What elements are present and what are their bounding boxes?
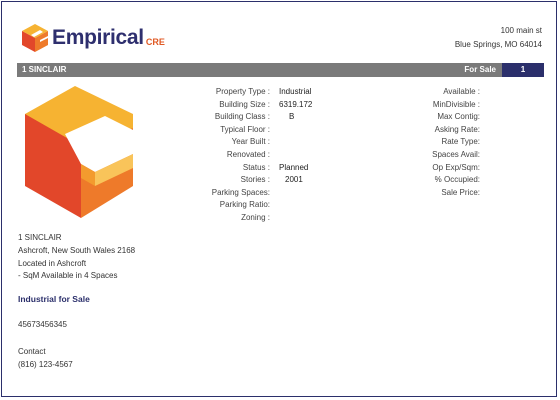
details-left-labels: Property Type : Building Size : Building…: [172, 86, 270, 225]
property-summary: 1 SINCLAIR Ashcroft, New South Wales 216…: [18, 232, 135, 283]
page-frame: Empirical CRE 100 main st Blue Springs, …: [1, 1, 557, 397]
contact-label: Contact: [18, 347, 46, 356]
detail-label: Sale Price:: [441, 187, 480, 197]
detail-label: Zoning :: [241, 212, 270, 222]
building-size-value: 6319.172: [279, 99, 313, 109]
listing-id: 45673456345: [18, 320, 67, 329]
detail-label: Property Type :: [215, 87, 270, 96]
details-left-values: Industrial 6319.172 B Planned 2001: [279, 86, 359, 225]
sale-heading: Industrial for Sale: [18, 294, 90, 304]
listing-title-bar: 1 SINCLAIR For Sale 1: [17, 63, 544, 77]
parking-ratio-value: [279, 199, 359, 212]
summary-name: 1 SINCLAIR: [18, 233, 62, 242]
parking-spaces-value: [279, 187, 359, 200]
year-built-value: [279, 136, 359, 149]
detail-label: Year Built :: [231, 137, 270, 147]
contact-phone: (816) 123-4567: [18, 359, 73, 369]
detail-label: % Occupied:: [434, 175, 480, 185]
detail-label: MinDivisible :: [432, 99, 480, 109]
property-name: 1 SINCLAIR: [22, 65, 67, 74]
summary-located-in: Located in Ashcroft: [18, 258, 87, 268]
detail-label: Rate Type:: [441, 137, 480, 147]
detail-label: Parking Ratio:: [219, 200, 270, 210]
status-value: Planned: [279, 162, 309, 172]
detail-label: Building Class :: [214, 112, 270, 122]
zoning-value: [279, 212, 359, 225]
detail-label: Available :: [443, 87, 480, 96]
details-right-labels: Available : MinDivisible : Max Contig: A…: [382, 86, 480, 199]
logo-suffix: CRE: [145, 37, 165, 47]
property-image-logo-graphic: [25, 86, 133, 218]
summary-availability: - SqM Available in 4 Spaces: [18, 271, 118, 281]
detail-label: Parking Spaces:: [211, 187, 270, 197]
stories-value: 2001: [285, 175, 303, 185]
building-class-value: B: [289, 112, 295, 122]
address-line-2: Blue Springs, MO 64014: [454, 40, 542, 49]
renovated-value: [279, 149, 359, 162]
company-address: 100 main st Blue Springs, MO 64014: [455, 24, 542, 52]
address-line-1: 100 main st: [500, 26, 542, 35]
detail-label: Op Exp/Sqm:: [432, 162, 480, 172]
typical-floor-value: [279, 124, 359, 137]
logo-mark-icon: [22, 24, 48, 52]
detail-label: Typical Floor :: [220, 124, 270, 134]
detail-label: Building Size :: [219, 99, 270, 109]
detail-label: Asking Rate:: [434, 124, 480, 134]
summary-location: Ashcroft, New South Wales 2168: [18, 245, 136, 255]
detail-label: Status :: [242, 162, 270, 172]
detail-label: Spaces Avail:: [432, 149, 480, 159]
contact-block: Contact (816) 123-4567: [18, 346, 73, 372]
property-type-value: Industrial: [279, 87, 312, 96]
detail-label: Renovated :: [226, 149, 270, 159]
logo-wordmark: Empirical: [52, 26, 144, 49]
listing-index-badge: 1: [502, 63, 544, 77]
detail-label: Stories :: [240, 175, 270, 185]
listing-status: For Sale: [464, 65, 496, 74]
detail-label: Max Contig:: [437, 112, 480, 122]
company-logo: Empirical CRE: [22, 24, 165, 52]
